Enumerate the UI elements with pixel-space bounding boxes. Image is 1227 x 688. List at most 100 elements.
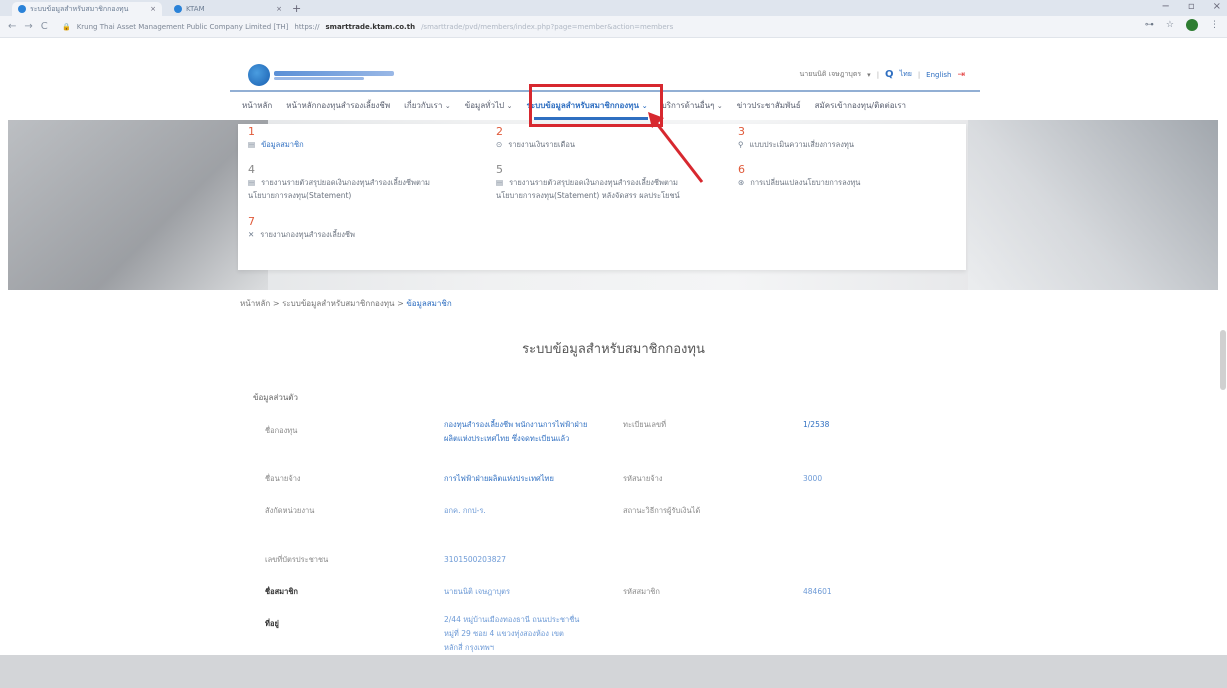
browser-tab[interactable]: KTAM × <box>168 2 288 16</box>
nav-label: สมัครเข้ากองทุน/ติดต่อเรา <box>814 101 907 110</box>
annotation-arrow-icon <box>648 112 704 183</box>
browser-tab-active[interactable]: ระบบข้อมูลสำหรับสมาชิกกองทุน × <box>12 2 162 16</box>
chevron-down-icon: ⌄ <box>506 102 513 110</box>
bookmark-star-icon[interactable]: ☆ <box>1166 20 1174 30</box>
nav-label: หน้าหลัก <box>242 101 273 110</box>
fund-name-label: ชื่อกองทุน <box>265 426 298 435</box>
member-system-dropdown: 1 ▤ ข้อมูลสมาชิก 2 ⊙ รายงานเงินรายเดือน 3 … <box>238 124 966 270</box>
nav-item-pvd-home[interactable]: หน้าหลักกองทุนสำรองเลี้ยงชีพ <box>286 99 390 112</box>
dropdown-item-pvd-report[interactable]: 7 ✕ รายงานกองทุนสำรองเลี้ยงชีพ <box>248 216 355 241</box>
registration-value: 1/2538 <box>803 420 830 429</box>
nav-label: เกี่ยวกับเรา <box>404 101 443 110</box>
nav-item-news[interactable]: ข่าวประชาสัมพันธ์ <box>737 99 801 112</box>
department-value: อกค. กกป-ร. <box>444 506 486 515</box>
dropdown-label: รายงานรายตัวสรุปยอดเงินกองทุนสำรองเลี้ยง… <box>261 178 430 187</box>
hero-image-left <box>8 120 268 290</box>
minimize-icon[interactable]: − <box>1161 1 1169 12</box>
browser-tab-bar: ระบบข้อมูลสำหรับสมาชิกกองทุน × KTAM × + … <box>0 0 1227 16</box>
user-menu[interactable]: นายนนิติ เจษฎาบุตร <box>800 69 862 80</box>
chevron-down-icon[interactable]: ▾ <box>867 71 871 79</box>
new-tab-button[interactable]: + <box>292 2 301 15</box>
tab-title: KTAM <box>186 5 205 13</box>
section-title: ข้อมูลส่วนตัว <box>253 393 298 402</box>
dropdown-label: แบบประเมินความเสี่ยงการลงทุน <box>749 140 855 149</box>
dropdown-label: การเปลี่ยนแปลงนโยบายการลงทุน <box>750 178 861 187</box>
employer-code-label: รหัสนายจ้าง <box>623 474 663 483</box>
breadcrumb-current: ข้อมูลสมาชิก <box>406 299 452 308</box>
document-icon: ▤ <box>496 178 504 187</box>
lang-en-link[interactable]: English <box>926 71 951 79</box>
tab-title: ระบบข้อมูลสำหรับสมาชิกกองทุน <box>30 4 129 13</box>
nav-item-home[interactable]: หน้าหลัก <box>242 99 272 112</box>
breadcrumb-home[interactable]: หน้าหลัก <box>240 299 270 308</box>
page-scrollbar[interactable] <box>1219 120 1227 390</box>
nav-item-contact[interactable]: สมัครเข้ากองทุน/ติดต่อเรา <box>815 99 906 112</box>
url-field[interactable]: 🔒 Krung Thai Asset Management Public Com… <box>62 19 1092 35</box>
dropdown-label: รายงานกองทุนสำรองเลี้ยงชีพ <box>260 230 355 239</box>
person-icon: ⚲ <box>738 140 744 149</box>
document-icon: ▤ <box>248 178 256 187</box>
tab-close-icon[interactable]: × <box>150 5 156 13</box>
search-icon[interactable]: Q <box>885 69 894 80</box>
lang-th-link[interactable]: ไทย <box>900 69 912 80</box>
address-line2: หมู่ที่ 29 ซอย 4 แขวงทุ่งสองห้อง เขต <box>444 629 564 638</box>
clock-icon: ⊙ <box>496 140 503 149</box>
url-scheme: https:// <box>294 23 320 31</box>
nav-label: ข้อมูลทั่วไป <box>464 101 505 110</box>
fund-name-value: กองทุนสำรองเลี้ยงชีพ พนักงานการไฟฟ้าฝ่าย… <box>444 418 587 446</box>
page-title: ระบบข้อมูลสำหรับสมาชิกกองทุน <box>522 342 705 357</box>
dropdown-label-line2: นโยบายการลงทุน(Statement) <box>248 191 352 200</box>
breadcrumb-sep: > <box>272 299 280 308</box>
address-value: 2/44 หมู่บ้านเมืองทองธานี ถนนประชาชื่น ห… <box>444 613 579 655</box>
reload-icon[interactable]: C <box>41 21 48 32</box>
employer-code-value: 3000 <box>803 474 823 483</box>
address-bar-row: ← → C 🔒 Krung Thai Asset Management Publ… <box>0 16 1227 38</box>
url-path: /smarttrade/pvd/members/index.php?page=m… <box>421 23 674 31</box>
dropdown-item-member-info[interactable]: 1 ▤ ข้อมูลสมาชิก <box>248 126 304 151</box>
step-number: 2 <box>496 125 503 138</box>
header-utility: นายนนิติ เจษฎาบุตร ▾ | Q ไทย | English ⇥ <box>800 69 965 80</box>
url-host: smarttrade.ktam.co.th <box>325 23 416 31</box>
logo-wordmark-line2 <box>274 76 364 80</box>
dropdown-item-statement[interactable]: 4 ▤ รายงานรายตัวสรุปยอดเงินกองทุนสำรองเลี… <box>248 164 430 202</box>
dropdown-item-risk-assessment[interactable]: 3 ⚲ แบบประเมินความเสี่ยงการลงทุน <box>738 126 854 151</box>
dropdown-label: รายงานเงินรายเดือน <box>508 140 575 149</box>
breadcrumb-sep: > <box>397 299 404 308</box>
member-code-label: รหัสสมาชิก <box>623 587 660 596</box>
nav-item-about[interactable]: เกี่ยวกับเรา ⌄ <box>404 99 451 112</box>
menu-more-icon[interactable]: ⋮ <box>1210 20 1219 30</box>
lang-separator: | <box>917 70 921 79</box>
close-window-icon[interactable]: × <box>1213 1 1221 12</box>
member-code-value: 484601 <box>803 587 832 596</box>
forward-icon[interactable]: → <box>24 21 32 32</box>
document-icon: ▤ <box>248 140 256 149</box>
address-line1: 2/44 หมู่บ้านเมืองทองธานี ถนนประชาชื่น <box>444 615 580 624</box>
dropdown-item-change-policy[interactable]: 6 ⊛ การเปลี่ยนแปลงนโยบายการลงทุน <box>738 164 860 189</box>
member-name-value: นายนนิติ เจษฎาบุตร <box>444 587 511 596</box>
profile-avatar-icon[interactable] <box>1186 19 1198 31</box>
footer-band <box>0 655 1227 688</box>
restore-icon[interactable]: ▫ <box>1188 1 1195 12</box>
registration-label: ทะเบียนเลขที่ <box>623 420 667 429</box>
breadcrumb-section[interactable]: ระบบข้อมูลสำหรับสมาชิกกองทุน <box>282 299 394 308</box>
key-icon[interactable]: ⊶ <box>1145 20 1154 30</box>
tab-close-icon[interactable]: × <box>276 5 282 13</box>
address-line3: หลักสี่ กรุงเทพฯ <box>444 643 494 652</box>
nav-item-general[interactable]: ข้อมูลทั่วไป ⌄ <box>465 99 513 112</box>
breadcrumb: หน้าหลัก > ระบบข้อมูลสำหรับสมาชิกกองทุน … <box>240 297 452 310</box>
dropdown-item-monthly-report[interactable]: 2 ⊙ รายงานเงินรายเดือน <box>496 126 575 151</box>
logout-icon[interactable]: ⇥ <box>957 70 965 80</box>
lock-icon: 🔒 <box>62 23 71 31</box>
id-card-label: เลขที่บัตรประชาชน <box>265 555 329 564</box>
tools-icon: ✕ <box>248 230 255 239</box>
ktam-logo[interactable] <box>248 64 394 86</box>
chevron-down-icon: ⌄ <box>444 102 451 110</box>
logo-wordmark-line1 <box>274 70 394 76</box>
site-identity: Krung Thai Asset Management Public Compa… <box>76 23 289 31</box>
back-icon[interactable]: ← <box>8 21 16 32</box>
hero-image-right <box>968 120 1218 290</box>
step-number: 7 <box>248 215 255 228</box>
step-number: 4 <box>248 163 255 176</box>
fund-name-line2: ผลิตแห่งประเทศไทย ซึ่งจดทะเบียนแล้ว <box>444 434 570 443</box>
scrollbar-thumb[interactable] <box>1220 330 1226 390</box>
